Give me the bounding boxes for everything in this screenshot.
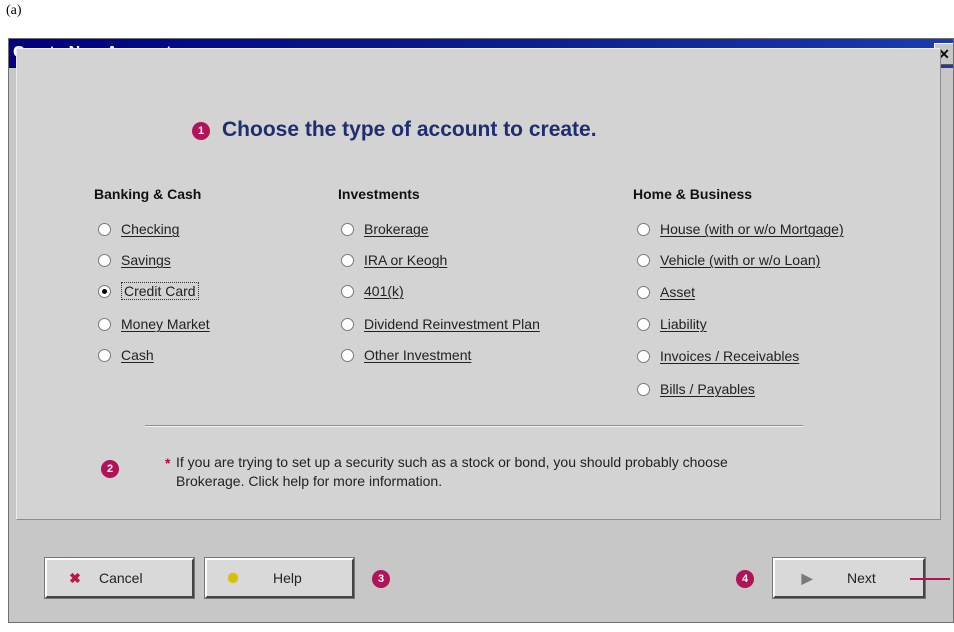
- radio-other-investment[interactable]: Other Investment: [341, 345, 471, 365]
- radio-button[interactable]: [98, 317, 111, 331]
- radio-button[interactable]: [637, 382, 650, 396]
- radio-button[interactable]: [341, 317, 354, 331]
- next-button-label: Next: [847, 570, 876, 586]
- column-heading-investments: Investments: [338, 186, 420, 202]
- radio-savings[interactable]: Savings: [98, 250, 171, 270]
- radio-button[interactable]: [341, 348, 354, 362]
- x-icon: ✖: [69, 569, 81, 586]
- radio-liability[interactable]: Liability: [637, 314, 707, 334]
- cancel-button-label: Cancel: [99, 570, 143, 586]
- step-marker-3: 3: [372, 570, 390, 588]
- step-marker-1: 1: [192, 122, 210, 140]
- radio-button[interactable]: [637, 253, 650, 267]
- radio-button[interactable]: [637, 222, 650, 236]
- brokerage-hint: If you are trying to set up a security s…: [176, 454, 728, 489]
- step-marker-4: 4: [736, 570, 754, 588]
- step-marker-2: 2: [101, 460, 119, 478]
- option-label: Invoices / Receivables: [660, 348, 800, 364]
- option-label: Liability: [660, 316, 707, 332]
- radio-checking[interactable]: Checking: [98, 219, 179, 239]
- option-label: Credit Card: [121, 282, 199, 300]
- option-label: Asset: [660, 284, 696, 300]
- next-button[interactable]: ▶ Next: [772, 557, 926, 599]
- help-button[interactable]: ✺ Help: [204, 557, 355, 599]
- radio-button[interactable]: [341, 253, 354, 267]
- radio-button[interactable]: [98, 253, 111, 267]
- radio-brokerage[interactable]: Brokerage: [341, 219, 429, 239]
- column-heading-home-business: Home & Business: [633, 186, 753, 202]
- radio-ira-keogh[interactable]: IRA or Keogh: [341, 250, 447, 270]
- radio-button[interactable]: [341, 284, 354, 298]
- radio-401k[interactable]: 401(k): [341, 281, 404, 301]
- option-label: Cash: [121, 347, 154, 363]
- option-label: Savings: [121, 252, 171, 268]
- option-label: House (with or w/o Mortgage): [660, 221, 844, 237]
- option-label: 401(k): [364, 283, 404, 299]
- option-label: Vehicle (with or w/o Loan): [660, 252, 821, 268]
- radio-invoices-receivables[interactable]: Invoices / Receivables: [637, 346, 799, 366]
- option-label: Money Market: [121, 316, 210, 332]
- radio-cash[interactable]: Cash: [98, 345, 154, 365]
- radio-button[interactable]: [637, 317, 650, 331]
- radio-button[interactable]: [341, 222, 354, 236]
- help-button-label: Help: [273, 570, 302, 586]
- annotation-line: [910, 578, 950, 580]
- option-label: IRA or Keogh: [364, 252, 448, 268]
- radio-button[interactable]: [98, 222, 111, 236]
- column-heading-banking: Banking & Cash: [94, 186, 202, 202]
- radio-button[interactable]: [637, 285, 650, 299]
- option-label: Bills / Payables: [660, 381, 755, 397]
- radio-button[interactable]: [98, 348, 111, 362]
- figure-label: (a): [6, 3, 22, 18]
- radio-dividend-reinvestment[interactable]: Dividend Reinvestment Plan: [341, 314, 540, 334]
- radio-asset[interactable]: Asset: [637, 282, 695, 302]
- note-asterisk: *: [165, 455, 171, 471]
- option-label: Brokerage: [364, 221, 429, 237]
- option-label: Other Investment: [364, 347, 472, 363]
- radio-bills-payables[interactable]: Bills / Payables: [637, 379, 755, 399]
- radio-button-selected[interactable]: [98, 284, 111, 298]
- page-heading: Choose the type of account to create.: [222, 118, 597, 141]
- option-label: Dividend Reinvestment Plan: [364, 316, 540, 332]
- option-label: Checking: [121, 221, 180, 237]
- help-icon: ✺: [227, 569, 239, 586]
- arrow-right-icon: ▶: [801, 569, 813, 586]
- radio-vehicle[interactable]: Vehicle (with or w/o Loan): [637, 250, 820, 270]
- radio-money-market[interactable]: Money Market: [98, 314, 210, 334]
- radio-house[interactable]: House (with or w/o Mortgage): [637, 219, 844, 239]
- cancel-button[interactable]: ✖ Cancel: [44, 557, 195, 599]
- radio-button[interactable]: [637, 349, 650, 363]
- radio-credit-card[interactable]: Credit Card: [98, 281, 199, 301]
- divider: [145, 425, 803, 427]
